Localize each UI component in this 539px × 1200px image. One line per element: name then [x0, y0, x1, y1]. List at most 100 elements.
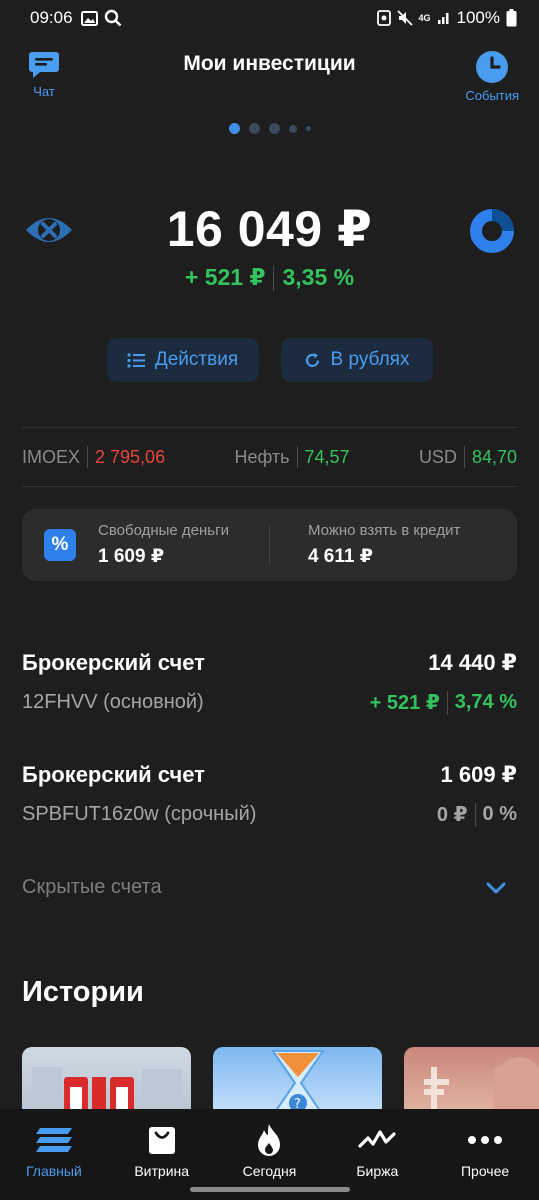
bottom-navigation: Главный Витрина Сегодня Биржа Прочее: [0, 1109, 539, 1200]
list-icon: [127, 352, 145, 368]
page-dot-active: [228, 123, 240, 134]
divider: [87, 446, 89, 468]
recycle-icon: [376, 10, 391, 26]
portfolio-structure-button[interactable]: [469, 208, 515, 259]
divider: [22, 427, 517, 428]
ticker-imoex[interactable]: IMOEX 2 795,06: [22, 446, 165, 468]
divider: [446, 690, 448, 715]
chevron-down-icon: [486, 882, 506, 893]
credit-value: 4 611 ₽: [307, 546, 373, 567]
actions-label: Действия: [154, 349, 239, 370]
page-dot: [288, 124, 297, 133]
market-tickers[interactable]: IMOEX 2 795,06 Нефть 74,57 USD 84,70: [22, 446, 517, 468]
divider: [273, 264, 275, 291]
nav-label: Главный: [25, 1163, 82, 1179]
shopping-bag-icon: [148, 1127, 175, 1154]
page-title: Мои инвестиции: [183, 52, 356, 75]
story-card[interactable]: [404, 1047, 539, 1109]
ticker-name: Нефть: [234, 446, 290, 467]
nav-label: Витрина: [134, 1163, 190, 1179]
story-thumbnail-3: [424, 1057, 539, 1109]
account-title: Брокерский счет: [22, 762, 205, 787]
account-change-pct: 3,74 %: [454, 691, 517, 713]
divider: [22, 486, 517, 487]
page-dot: [305, 126, 311, 131]
story-card[interactable]: [22, 1047, 191, 1109]
portfolio-change-abs: + 521 ₽: [184, 264, 266, 290]
ticker-value: 2 795,06: [95, 446, 166, 467]
portfolio-change: + 521 ₽ 3,35 %: [0, 264, 539, 291]
signal-icon: [437, 13, 449, 24]
stories-title: Истории: [22, 976, 144, 1008]
page-dot: [268, 123, 280, 134]
credit-label: Можно взять в кредит: [307, 522, 461, 539]
action-buttons: Действия В рублях: [0, 338, 539, 382]
donut-chart-icon: [470, 209, 514, 253]
divider: [296, 446, 298, 468]
free-money-value: 1 609 ₽: [98, 546, 165, 567]
mute-icon: [396, 10, 413, 26]
nav-home[interactable]: Главный: [0, 1109, 108, 1200]
account-title: Брокерский счет: [22, 650, 205, 675]
free-money: Свободные деньги 1 609 ₽: [98, 522, 229, 568]
account-change: + 521 ₽ 3,74 %: [370, 690, 517, 715]
account-change-pct: 0 %: [482, 803, 517, 825]
pulse-chart-icon: [358, 1130, 396, 1148]
actions-button[interactable]: Действия: [106, 338, 259, 382]
account-total: 1 609 ₽: [440, 762, 517, 787]
ticker-value: 74,57: [304, 446, 350, 467]
divider: [268, 526, 270, 564]
credit-limit: Можно взять в кредит 4 611 ₽: [308, 522, 460, 568]
divider: [474, 802, 476, 827]
hidden-accounts-label: Скрытые счета: [22, 876, 162, 898]
battery-percent: 100%: [456, 8, 500, 27]
currency-label: В рублях: [330, 349, 410, 370]
portfolio-summary: 16 049 ₽ + 521 ₽ 3,35 %: [0, 200, 539, 291]
clock-icon: [476, 51, 509, 83]
nav-label: Биржа: [356, 1163, 399, 1179]
page-indicator[interactable]: [0, 123, 539, 134]
account-row[interactable]: Брокерский счет 14 440 ₽ 12FHVV (основно…: [22, 650, 517, 715]
stories-carousel: ?: [22, 1047, 539, 1109]
chat-label: Чат: [33, 84, 55, 99]
more-dots-icon: [468, 1136, 503, 1144]
status-time: 09:06: [30, 8, 73, 27]
refresh-icon: [305, 352, 319, 367]
divider: [463, 446, 465, 468]
nav-label: Сегодня: [242, 1163, 297, 1179]
home-indicator[interactable]: [190, 1187, 350, 1192]
free-money-label: Свободные деньги: [98, 522, 229, 539]
account-subtitle: SPBFUT16z0w (срочный): [22, 803, 257, 825]
account-change-abs: 0 ₽: [436, 804, 468, 826]
account-total: 14 440 ₽: [428, 650, 517, 675]
account-change: 0 ₽ 0 %: [437, 802, 517, 827]
portfolio-total: 16 049 ₽: [166, 201, 373, 257]
story-card[interactable]: ?: [213, 1047, 382, 1109]
hidden-accounts-toggle[interactable]: Скрытые счета: [22, 876, 517, 899]
currency-toggle-button[interactable]: В рублях: [280, 338, 433, 382]
ticker-oil[interactable]: Нефть 74,57: [234, 446, 350, 468]
story-thumbnail-2: ?: [271, 1050, 325, 1109]
ticker-usd[interactable]: USD 84,70: [419, 446, 517, 468]
ticker-value: 84,70: [471, 446, 517, 467]
percent-icon: %: [44, 529, 76, 561]
search-icon: [104, 9, 121, 27]
nav-more[interactable]: Прочее: [431, 1109, 539, 1200]
status-bar: 09:06 4G 100%: [0, 0, 539, 36]
page-dot: [248, 123, 260, 134]
network-label: 4G: [418, 12, 431, 23]
app-header: Чат Мои инвестиции События: [0, 40, 539, 120]
events-button[interactable]: События: [465, 50, 519, 103]
flame-icon: [258, 1124, 281, 1156]
account-row[interactable]: Брокерский счет 1 609 ₽ SPBFUT16z0w (сро…: [22, 762, 517, 827]
account-subtitle: 12FHVV (основной): [22, 691, 204, 713]
ticker-name: USD: [418, 446, 457, 467]
home-icon: [35, 1128, 72, 1152]
account-change-abs: + 521 ₽: [369, 692, 440, 714]
battery-icon: [506, 9, 517, 27]
image-icon: [80, 10, 98, 26]
ticker-name: IMOEX: [22, 446, 81, 467]
nav-label: Прочее: [460, 1163, 510, 1179]
free-money-card[interactable]: % Свободные деньги 1 609 ₽ Можно взять в…: [22, 509, 517, 581]
portfolio-change-pct: 3,35 %: [282, 264, 355, 290]
